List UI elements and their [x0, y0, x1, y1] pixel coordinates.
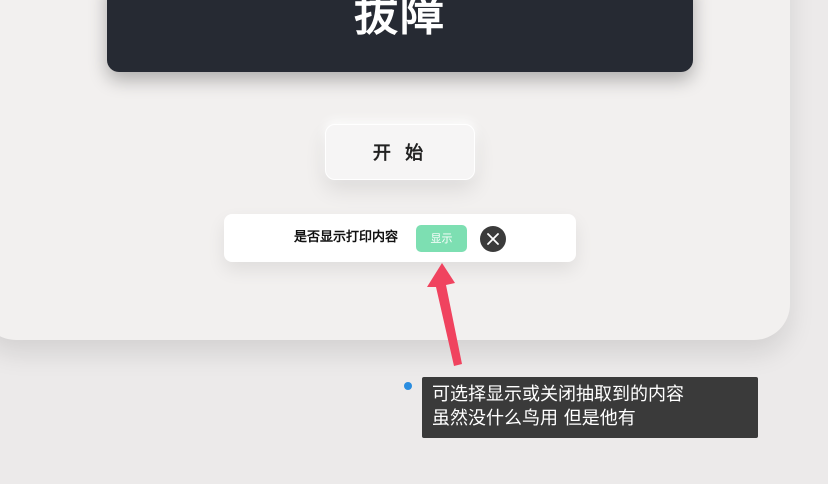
- close-icon: [487, 233, 499, 245]
- show-button[interactable]: 显示: [416, 225, 467, 252]
- annotation-line-2: 虽然没什么鸟用 但是他有: [432, 408, 636, 429]
- close-button[interactable]: [480, 226, 506, 252]
- cursor-dot: [404, 382, 412, 390]
- annotation-line-1: 可选择显示或关闭抽取到的内容: [432, 384, 684, 405]
- display-text: 拔障: [354, 0, 446, 41]
- print-toggle-label: 是否显示打印内容: [294, 230, 399, 245]
- start-button[interactable]: 开 始: [325, 124, 475, 180]
- display-card: 拔障: [107, 0, 693, 72]
- annotation-tooltip: 可选择显示或关闭抽取到的内容 虽然没什么鸟用 但是他有: [422, 377, 758, 438]
- print-toggle-bar: 是否显示打印内容 显示: [224, 214, 576, 262]
